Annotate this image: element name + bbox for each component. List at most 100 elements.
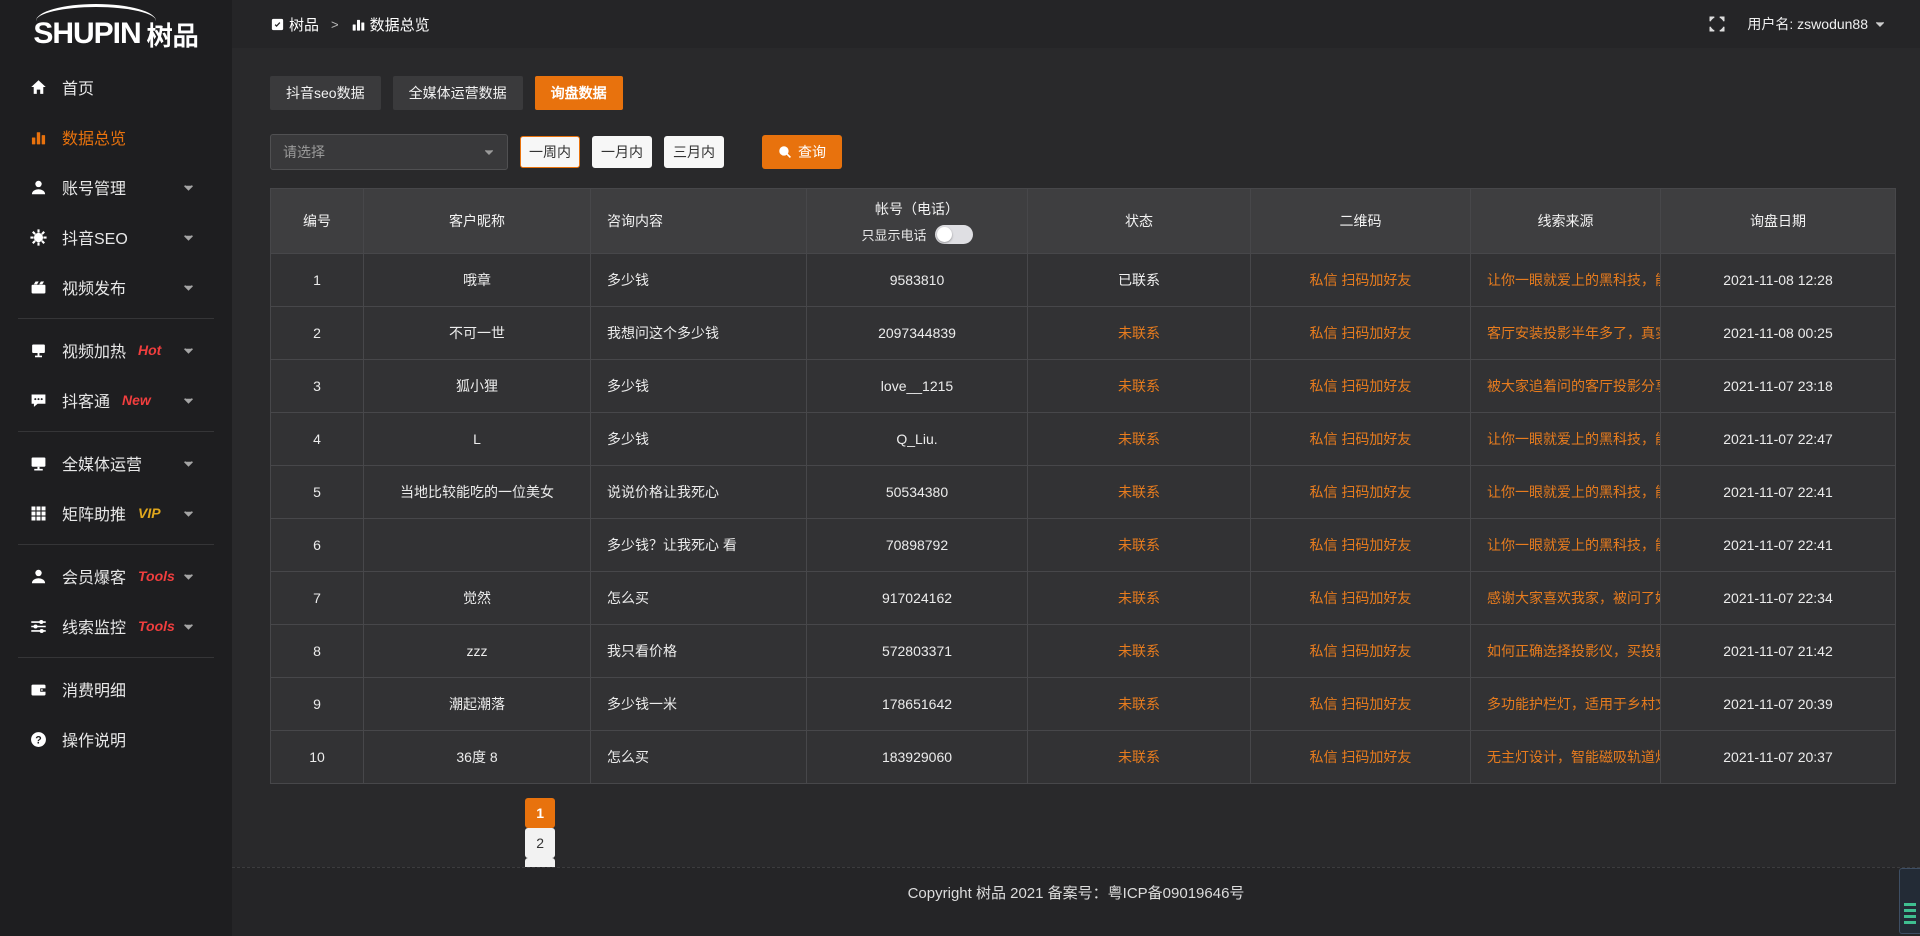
source-link[interactable]: 让你一眼就爱上的黑科技，能... (1471, 254, 1661, 307)
chevron-down-icon (182, 620, 195, 633)
cell-content: 多少钱 (591, 413, 807, 466)
breadcrumb-separator: > (331, 17, 339, 32)
logo-text-cn: 树品 (147, 16, 199, 53)
status-badge: 未联系 (1028, 519, 1251, 572)
filter-select[interactable]: 请选择 (270, 134, 508, 170)
sidebar-divider (18, 318, 214, 319)
video-icon (30, 279, 47, 296)
sidebar-item-抖音SEO[interactable]: 抖音SEO (0, 212, 232, 262)
cell-content: 怎么买 (591, 731, 807, 784)
cell-date: 2021-11-07 22:47 (1661, 413, 1896, 466)
qrcode-link[interactable]: 私信 扫码加好友 (1251, 625, 1471, 678)
source-link[interactable]: 多功能护栏灯，适用于乡村文... (1471, 678, 1661, 731)
table-row: 1哦章多少钱9583810已联系私信 扫码加好友让你一眼就爱上的黑科技，能...… (271, 254, 1896, 307)
col-source: 线索来源 (1471, 189, 1661, 254)
query-button[interactable]: 查询 (762, 135, 842, 169)
cell-nickname: zzz (364, 625, 591, 678)
qrcode-link[interactable]: 私信 扫码加好友 (1251, 360, 1471, 413)
home-icon (30, 79, 47, 96)
cell-account: 70898792 (807, 519, 1028, 572)
source-link[interactable]: 让你一眼就爱上的黑科技，能... (1471, 466, 1661, 519)
cell-nickname: 狐小狸 (364, 360, 591, 413)
cell-nickname: 哦章 (364, 254, 591, 307)
cell-date: 2021-11-07 22:41 (1661, 519, 1896, 572)
cell-id: 1 (271, 254, 364, 307)
cell-nickname (364, 519, 591, 572)
sidebar-item-label: 数据总览 (62, 125, 126, 149)
sidebar-item-数据总览[interactable]: 数据总览 (0, 112, 232, 162)
sidebar-item-label: 账号管理 (62, 175, 126, 199)
app-root: SHUPIN 树品 首页数据总览账号管理抖音SEO 视频发布视频加热Hot抖客通N… (0, 0, 1920, 936)
table-row: 5当地比较能吃的一位美女说说价格让我死心50534380未联系私信 扫码加好友让… (271, 466, 1896, 519)
cell-content: 多少钱 (591, 360, 807, 413)
logo: SHUPIN 树品 (0, 0, 232, 62)
cell-account: 50534380 (807, 466, 1028, 519)
source-link[interactable]: 让你一眼就爱上的黑科技，能... (1471, 413, 1661, 466)
qrcode-link[interactable]: 私信 扫码加好友 (1251, 466, 1471, 519)
sidebar-item-消费明细[interactable]: 消费明细 (0, 664, 232, 714)
tab-douyin-seo[interactable]: 抖音seo数据 (270, 76, 381, 110)
cell-content: 多少钱一米 (591, 678, 807, 731)
sidebar-item-label: 抖音SEO (62, 225, 128, 249)
breadcrumb-item-home[interactable]: 树品 (289, 14, 319, 35)
period-week-button[interactable]: 一周内 (520, 136, 580, 168)
sidebar-item-抖客通[interactable]: 抖客通New (0, 375, 232, 425)
qrcode-link[interactable]: 私信 扫码加好友 (1251, 519, 1471, 572)
source-link[interactable]: 客厅安装投影半年多了，真实... (1471, 307, 1661, 360)
qrcode-link[interactable]: 私信 扫码加好友 (1251, 254, 1471, 307)
source-link[interactable]: 无主灯设计，智能磁吸轨道灯... (1471, 731, 1661, 784)
sidebar-item-操作说明[interactable]: ?操作说明 (0, 714, 232, 764)
cell-date: 2021-11-08 00:25 (1661, 307, 1896, 360)
qrcode-link[interactable]: 私信 扫码加好友 (1251, 572, 1471, 625)
sidebar: SHUPIN 树品 首页数据总览账号管理抖音SEO 视频发布视频加热Hot抖客通N… (0, 0, 232, 936)
qrcode-link[interactable]: 私信 扫码加好友 (1251, 413, 1471, 466)
member-icon (30, 568, 47, 585)
source-link[interactable]: 被大家追着问的客厅投影分享... (1471, 360, 1661, 413)
sidebar-item-label: 消费明细 (62, 677, 126, 701)
filter-select-placeholder: 请选择 (283, 142, 325, 162)
chart-icon (30, 129, 47, 146)
sidebar-item-视频加热[interactable]: 视频加热Hot (0, 325, 232, 375)
page-button-1[interactable]: 1 (525, 798, 555, 828)
cell-account: 178651642 (807, 678, 1028, 731)
source-link[interactable]: 让你一眼就爱上的黑科技，能... (1471, 519, 1661, 572)
cell-date: 2021-11-07 23:18 (1661, 360, 1896, 413)
status-badge: 未联系 (1028, 413, 1251, 466)
cell-account: 572803371 (807, 625, 1028, 678)
source-link[interactable]: 如何正确选择投影仪，买投影... (1471, 625, 1661, 678)
status-badge: 已联系 (1028, 254, 1251, 307)
period-quarter-button[interactable]: 三月内 (664, 136, 724, 168)
sidebar-divider (18, 657, 214, 658)
period-month-button[interactable]: 一月内 (592, 136, 652, 168)
status-badge: 未联系 (1028, 572, 1251, 625)
cell-content: 说说价格让我死心 (591, 466, 807, 519)
qrcode-link[interactable]: 私信 扫码加好友 (1251, 731, 1471, 784)
source-link[interactable]: 感谢大家喜欢我家，被问了好... (1471, 572, 1661, 625)
tab-media-ops[interactable]: 全媒体运营数据 (393, 76, 523, 110)
sidebar-nav: 首页数据总览账号管理抖音SEO 视频发布视频加热Hot抖客通New 全媒体运营矩阵助… (0, 62, 232, 764)
table-header-row: 编号 客户昵称 咨询内容 帐号（电话） 只显示电话 状态 二维码 线索来源 (271, 189, 1896, 254)
corner-widget[interactable] (1899, 868, 1920, 934)
qrcode-link[interactable]: 私信 扫码加好友 (1251, 678, 1471, 731)
sidebar-item-会员爆客[interactable]: 会员爆客Tools (0, 551, 232, 601)
gear-icon (30, 229, 47, 246)
question-icon: ? (30, 731, 47, 748)
col-content: 咨询内容 (591, 189, 807, 254)
sidebar-item-视频发布[interactable]: 视频发布 (0, 262, 232, 312)
cell-id: 8 (271, 625, 364, 678)
fullscreen-icon[interactable] (1709, 16, 1725, 32)
sidebar-item-账号管理[interactable]: 账号管理 (0, 162, 232, 212)
logo-text-en: SHUPIN (33, 17, 140, 51)
cell-content: 多少钱 (591, 254, 807, 307)
sidebar-item-矩阵助推[interactable]: 矩阵助推VIP (0, 488, 232, 538)
qrcode-link[interactable]: 私信 扫码加好友 (1251, 307, 1471, 360)
sidebar-item-线索监控[interactable]: 线索监控Tools (0, 601, 232, 651)
phone-only-toggle[interactable] (935, 225, 973, 244)
user-menu[interactable]: 用户名: zswodun88 (1747, 14, 1886, 34)
cell-account: 917024162 (807, 572, 1028, 625)
sidebar-item-首页[interactable]: 首页 (0, 62, 232, 112)
page-button-2[interactable]: 2 (525, 828, 555, 858)
tab-inquiry[interactable]: 询盘数据 (535, 76, 623, 110)
sidebar-item-全媒体运营[interactable]: 全媒体运营 (0, 438, 232, 488)
logo-arc (36, 4, 156, 21)
